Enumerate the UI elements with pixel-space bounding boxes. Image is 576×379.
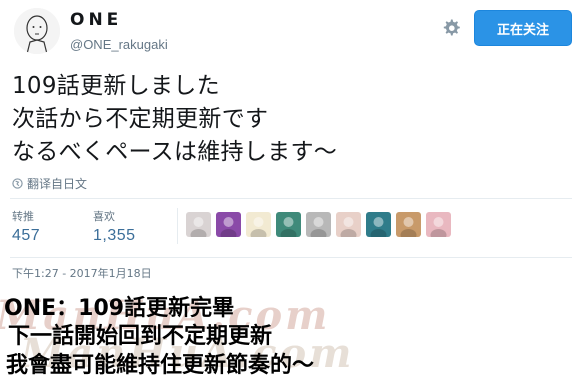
likes-label: 喜欢 xyxy=(93,210,115,223)
likes-stat[interactable]: 喜欢 1,355 xyxy=(93,208,136,245)
following-button[interactable]: 正在关注 xyxy=(474,10,572,46)
divider xyxy=(10,257,572,258)
profile-avatar[interactable] xyxy=(14,8,60,54)
tweet-timestamp[interactable]: 下午1:27 - 2017年1月18日 xyxy=(12,265,152,281)
retweets-label: 转推 xyxy=(12,210,34,223)
stat-separator xyxy=(177,208,178,244)
sketch-face-avatar-icon xyxy=(14,8,60,54)
tweet-line-1: 109話更新しました xyxy=(12,73,220,99)
liker-avatar-3[interactable] xyxy=(246,212,271,237)
liker-avatar-4[interactable] xyxy=(276,212,301,237)
translate-label: 翻译自日文 xyxy=(27,177,88,191)
user-handle[interactable]: @ONE_rakugaki xyxy=(70,37,168,52)
retweet-stat[interactable]: 转推 457 xyxy=(12,208,40,245)
subtitle-line-2: 下一話開始回到不定期更新 xyxy=(8,324,273,349)
liker-avatar-1[interactable] xyxy=(186,212,211,237)
liker-avatar-2[interactable] xyxy=(216,212,241,237)
divider xyxy=(10,198,572,199)
liker-avatars xyxy=(186,212,451,237)
translate-link[interactable]: 翻译自日文 xyxy=(12,175,87,192)
tweet-card: ONE @ONE_rakugaki 正在关注 109話更新しました 次話から不定… xyxy=(0,0,576,378)
display-name[interactable]: ONE xyxy=(70,10,122,30)
tweet-line-2: 次話から不定期更新です xyxy=(12,106,269,132)
liker-avatar-9[interactable] xyxy=(426,212,451,237)
gear-icon[interactable] xyxy=(439,16,463,40)
liker-avatar-8[interactable] xyxy=(396,212,421,237)
globe-icon xyxy=(12,178,23,189)
tweet-line-3: なるべくペースは維持します〜 xyxy=(12,139,338,165)
tweet-text: 109話更新しました 次話から不定期更新です なるべくペースは維持します〜 xyxy=(12,70,337,169)
retweets-count: 457 xyxy=(12,227,41,244)
liker-avatar-6[interactable] xyxy=(336,212,361,237)
liker-avatar-7[interactable] xyxy=(366,212,391,237)
subtitle-line-3: 我會盡可能維持住更新節奏的〜 xyxy=(6,353,315,378)
likes-count: 1,355 xyxy=(93,227,136,244)
liker-avatar-5[interactable] xyxy=(306,212,331,237)
